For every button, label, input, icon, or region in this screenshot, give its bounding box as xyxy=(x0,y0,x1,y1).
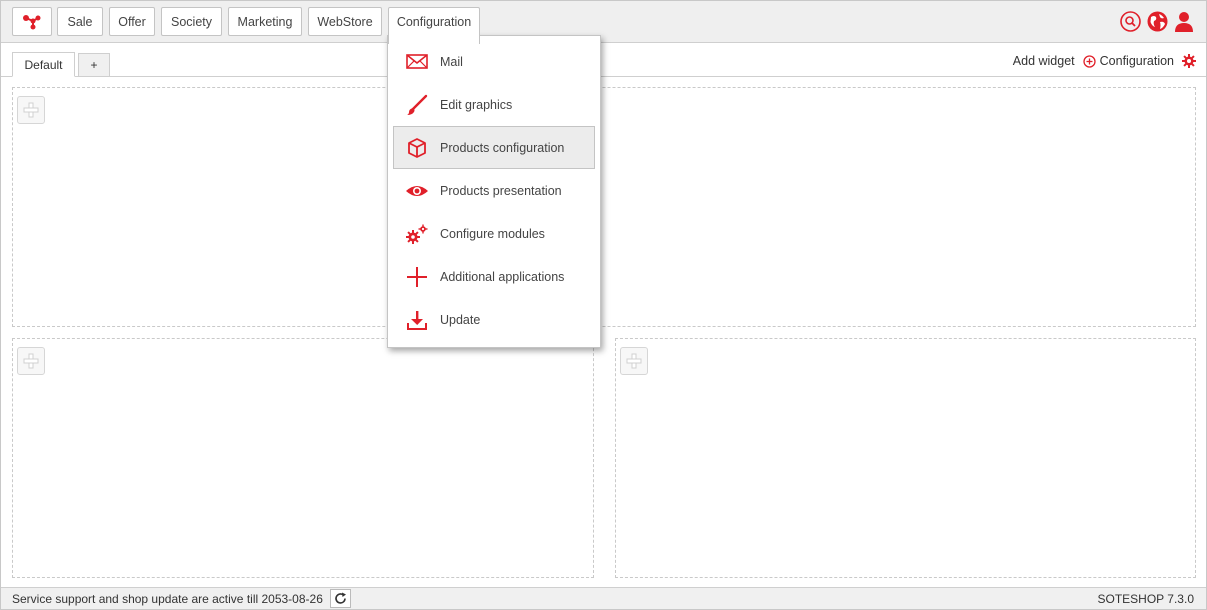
user-icon[interactable] xyxy=(1174,11,1194,32)
top-navigation-bar: Sale Offer Society Marketing WebStore Co… xyxy=(1,1,1206,44)
mail-icon xyxy=(406,54,428,69)
menu-item-products-configuration[interactable]: Products configuration xyxy=(393,126,595,169)
menu-item-label: Configure modules xyxy=(440,226,545,241)
menu-item-label: Products presentation xyxy=(440,183,562,198)
gear-icon[interactable] xyxy=(1182,54,1196,68)
globe-icon[interactable] xyxy=(1147,11,1168,32)
brush-icon xyxy=(407,94,428,115)
eye-icon xyxy=(406,185,428,196)
home-logo-button[interactable] xyxy=(12,7,52,36)
dashboard-tab-row: Default + Add widget Configuration xyxy=(1,43,1206,77)
menu-item-mail[interactable]: Mail xyxy=(393,40,595,83)
menu-item-additional-applications[interactable]: Additional applications xyxy=(393,255,595,298)
menu-item-label: Mail xyxy=(440,54,463,69)
menu-item-products-presentation[interactable]: Products presentation xyxy=(393,169,595,212)
widget-zone-top xyxy=(12,87,1196,327)
widget-zone-bottom-right xyxy=(615,338,1196,578)
nav-sale[interactable]: Sale xyxy=(57,7,103,36)
add-circle-icon[interactable] xyxy=(1082,54,1096,68)
configuration-dropdown-menu: Mail Edit graphics Products configuratio… xyxy=(387,35,601,348)
add-widget-link[interactable]: Add widget xyxy=(1013,54,1075,68)
nav-webstore[interactable]: WebStore xyxy=(308,7,382,36)
nav-society[interactable]: Society xyxy=(161,7,222,36)
add-widget-box[interactable] xyxy=(17,347,45,375)
download-icon xyxy=(407,310,427,330)
configuration-link[interactable]: Configuration xyxy=(1100,54,1174,68)
plus-icon xyxy=(23,102,39,118)
service-status-text: Service support and shop update are acti… xyxy=(12,592,323,606)
plus-icon xyxy=(626,353,642,369)
menu-item-label: Update xyxy=(440,312,481,327)
refresh-icon xyxy=(335,592,346,604)
add-widget-box[interactable] xyxy=(17,96,45,124)
tab-default[interactable]: Default xyxy=(12,52,75,77)
menu-item-label: Products configuration xyxy=(440,140,565,155)
widget-actions: Add widget Configuration xyxy=(1013,54,1196,68)
nav-configuration[interactable]: Configuration xyxy=(388,7,480,44)
refresh-button[interactable] xyxy=(330,589,351,608)
menu-item-update[interactable]: Update xyxy=(393,298,595,341)
cube-icon xyxy=(408,137,426,158)
top-right-icons xyxy=(1120,11,1194,32)
menu-item-label: Edit graphics xyxy=(440,97,513,112)
nav-marketing[interactable]: Marketing xyxy=(228,7,302,36)
menu-item-edit-graphics[interactable]: Edit graphics xyxy=(393,83,595,126)
status-footer: Service support and shop update are acti… xyxy=(1,587,1206,609)
tab-add[interactable]: + xyxy=(78,53,110,77)
add-widget-box[interactable] xyxy=(620,347,648,375)
nav-offer[interactable]: Offer xyxy=(109,7,155,36)
gears-icon xyxy=(406,224,428,244)
search-icon[interactable] xyxy=(1120,11,1141,32)
menu-item-label: Additional applications xyxy=(440,269,565,284)
menu-item-configure-modules[interactable]: Configure modules xyxy=(393,212,595,255)
plus-icon xyxy=(407,266,427,287)
soteshop-logo-icon xyxy=(23,14,41,29)
widget-zone-bottom-left xyxy=(12,338,594,578)
version-label: SOTESHOP 7.3.0 xyxy=(1097,592,1195,606)
plus-icon xyxy=(23,353,39,369)
